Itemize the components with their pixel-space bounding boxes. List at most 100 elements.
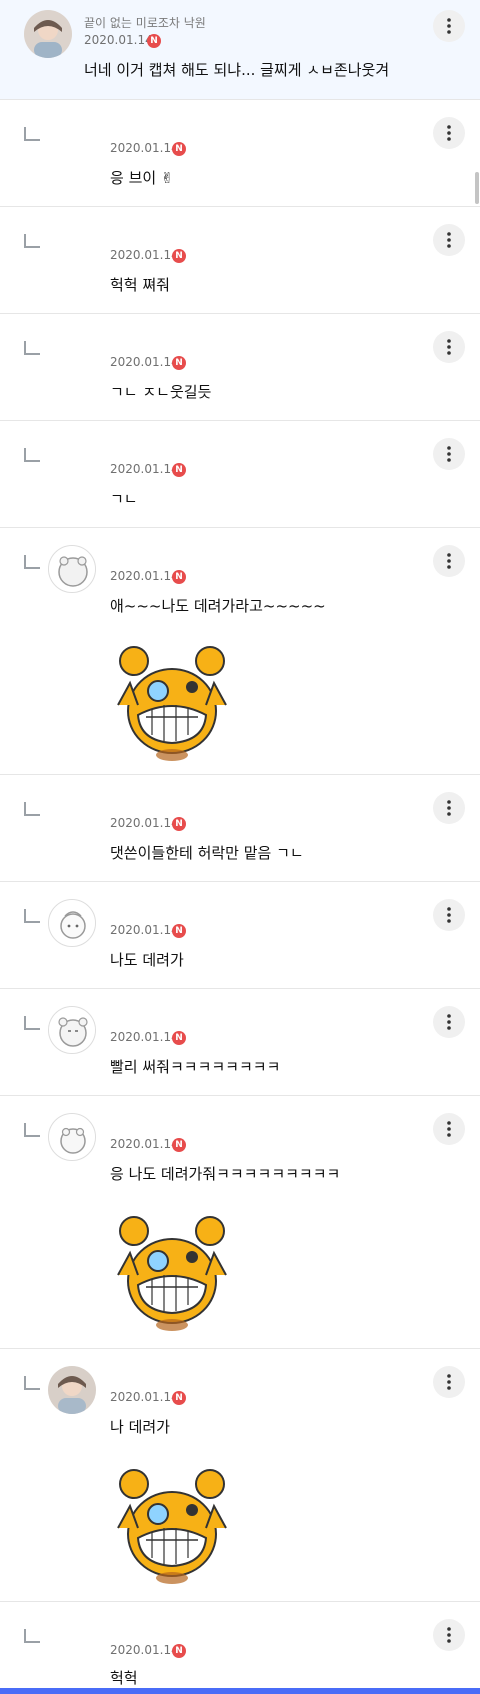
comment-date: 2020.01.14: [110, 1643, 179, 1657]
avatar[interactable]: [48, 792, 96, 840]
comment-text: 헉헉: [110, 1669, 138, 1687]
new-badge: N: [172, 924, 186, 938]
reply-indent-icon: [24, 127, 40, 141]
more-options-button[interactable]: [433, 1006, 465, 1038]
more-options-button[interactable]: [433, 1619, 465, 1651]
comment-text: 빨리 써줘ㅋㅋㅋㅋㅋㅋㅋㅋ: [110, 1058, 281, 1076]
avatar[interactable]: [24, 10, 72, 58]
reply-item: 2020.01.14 N 나도 데려가: [0, 883, 480, 989]
more-options-button[interactable]: [433, 545, 465, 577]
avatar[interactable]: [48, 1619, 96, 1667]
comment-text: 애~~~나도 데려가라고~~~~~: [110, 597, 326, 615]
reply-item: 2020.01.14 N ㄱㄴ ㅈㄴ웃길듯: [0, 315, 480, 421]
comment-date: 2020.01.14: [110, 462, 179, 476]
reply-item: 2020.01.14 N 응 브이 ✌: [0, 101, 480, 207]
new-badge: N: [172, 1644, 186, 1658]
comment-text: ㄱㄴ ㅈㄴ웃길듯: [110, 383, 212, 401]
avatar[interactable]: [48, 438, 96, 486]
bottom-accent-bar: [0, 1688, 480, 1694]
reply-indent-icon: [24, 1376, 40, 1390]
comment-date: 2020.01.14: [110, 569, 179, 583]
comment-date: 2020.01.14: [110, 141, 179, 155]
more-vertical-icon: [447, 1627, 451, 1643]
comment-text: 나도 데려가: [110, 951, 184, 969]
avatar[interactable]: [48, 1366, 96, 1414]
more-options-button[interactable]: [433, 117, 465, 149]
more-options-button[interactable]: [433, 1366, 465, 1398]
more-vertical-icon: [447, 1121, 451, 1137]
reply-indent-icon: [24, 1016, 40, 1030]
more-options-button[interactable]: [433, 438, 465, 470]
new-badge: N: [172, 1031, 186, 1045]
more-vertical-icon: [447, 1374, 451, 1390]
more-vertical-icon: [447, 125, 451, 141]
more-options-button[interactable]: [433, 10, 465, 42]
comment-text: 응 나도 데려가줘ㅋㅋㅋㅋㅋㅋㅋㅋㅋ: [110, 1165, 341, 1183]
comment-text: 나 데려가: [110, 1418, 170, 1436]
more-vertical-icon: [447, 1014, 451, 1030]
more-options-button[interactable]: [433, 1113, 465, 1145]
reply-item: 2020.01.14 N 헉헉 쪄줘: [0, 208, 480, 314]
reply-item: 2020.01.14 N 헉헉: [0, 1603, 480, 1688]
author-name[interactable]: 끝이 없는 미로조차 낙원: [84, 14, 206, 31]
new-badge: N: [172, 463, 186, 477]
comment-date: 2020.01.14: [110, 355, 179, 369]
reply-item: 2020.01.14 N ㄱㄴ: [0, 422, 480, 528]
more-options-button[interactable]: [433, 331, 465, 363]
avatar[interactable]: [48, 1113, 96, 1161]
more-options-button[interactable]: [433, 792, 465, 824]
avatar[interactable]: [48, 117, 96, 165]
new-badge: N: [172, 817, 186, 831]
more-vertical-icon: [447, 907, 451, 923]
comment-text: 헉헉 쪄줘: [110, 276, 170, 294]
reply-item: 2020.01.14 N 응 나도 데려가줘ㅋㅋㅋㅋㅋㅋㅋㅋㅋ: [0, 1097, 480, 1349]
new-badge: N: [172, 356, 186, 370]
scrollbar[interactable]: [475, 172, 479, 204]
more-vertical-icon: [447, 800, 451, 816]
reply-item: 2020.01.14 N 댓쓴이들한테 허락만 맡음 ㄱㄴ: [0, 776, 480, 882]
comment-date: 2020.01.14: [110, 923, 179, 937]
comment-top: 끝이 없는 미로조차 낙원 2020.01.14 N 너네 이거 캡쳐 해도 되…: [0, 0, 480, 100]
comment-date: 2020.01.14: [110, 1030, 179, 1044]
new-badge: N: [172, 1391, 186, 1405]
more-vertical-icon: [447, 18, 451, 34]
avatar[interactable]: [48, 1006, 96, 1054]
bear-sticker: [117, 1469, 227, 1584]
reply-indent-icon: [24, 802, 40, 816]
more-vertical-icon: [447, 339, 451, 355]
reply-item: 2020.01.14 N 빨리 써줘ㅋㅋㅋㅋㅋㅋㅋㅋ: [0, 990, 480, 1096]
bear-sticker: [117, 646, 227, 761]
comment-text: ㄱㄴ: [110, 490, 138, 508]
more-vertical-icon: [447, 553, 451, 569]
reply-indent-icon: [24, 1123, 40, 1137]
avatar[interactable]: [48, 331, 96, 379]
more-options-button[interactable]: [433, 224, 465, 256]
reply-item: 2020.01.14 N 나 데려가: [0, 1350, 480, 1602]
reply-indent-icon: [24, 448, 40, 462]
avatar[interactable]: [48, 224, 96, 272]
reply-indent-icon: [24, 555, 40, 569]
comment-date: 2020.01.14: [110, 1137, 179, 1151]
more-vertical-icon: [447, 446, 451, 462]
comment-date: 2020.01.14: [110, 1390, 179, 1404]
new-badge: N: [172, 142, 186, 156]
more-options-button[interactable]: [433, 899, 465, 931]
reply-item: 2020.01.14 N 애~~~나도 데려가라고~~~~~: [0, 529, 480, 775]
new-badge: N: [172, 570, 186, 584]
bear-sticker: [117, 1216, 227, 1331]
reply-indent-icon: [24, 909, 40, 923]
comment-date: 2020.01.14: [110, 816, 179, 830]
comment-text: 너네 이거 캡쳐 해도 되냐... 글찌게 ㅅㅂ존나웃겨: [84, 61, 390, 79]
reply-indent-icon: [24, 341, 40, 355]
more-vertical-icon: [447, 232, 451, 248]
new-badge: N: [172, 249, 186, 263]
avatar[interactable]: [48, 899, 96, 947]
new-badge: N: [147, 34, 161, 48]
reply-indent-icon: [24, 234, 40, 248]
comment-text: 댓쓴이들한테 허락만 맡음 ㄱㄴ: [110, 844, 304, 862]
new-badge: N: [172, 1138, 186, 1152]
avatar[interactable]: [48, 545, 96, 593]
comment-date: 2020.01.14: [110, 248, 179, 262]
reply-indent-icon: [24, 1629, 40, 1643]
comment-date: 2020.01.14: [84, 33, 153, 47]
